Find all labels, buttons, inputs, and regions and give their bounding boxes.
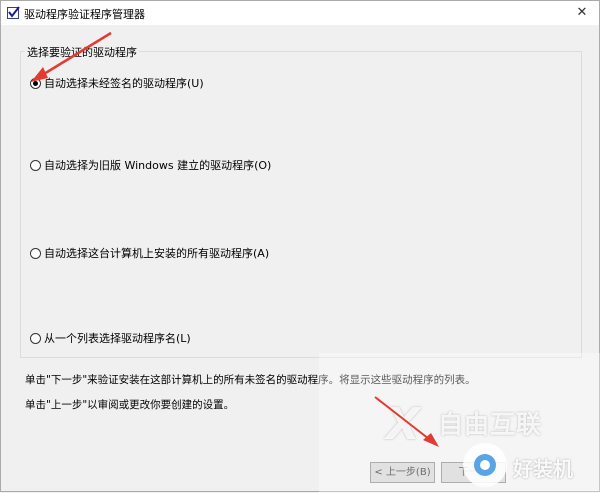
- checkmark-app-icon: [7, 6, 20, 19]
- watermark-brand: 自由互联: [438, 410, 543, 439]
- option-label: 从一个列表选择驱动程序名(L): [44, 332, 191, 345]
- watermark-x-logo: X: [386, 399, 420, 450]
- option-legacy-drivers[interactable]: 自动选择为旧版 Windows 建立的驱动程序(O): [30, 157, 271, 173]
- option-unsigned-drivers[interactable]: 自动选择未经签名的驱动程序(U): [30, 75, 204, 91]
- option-label: 自动选择未经签名的驱动程序(U): [44, 77, 204, 90]
- close-icon: ✕: [576, 5, 588, 20]
- back-button[interactable]: < 上一步(B): [370, 462, 435, 483]
- title-bar: 驱动程序验证程序管理器 ✕: [1, 1, 599, 25]
- radio-button[interactable]: [30, 247, 41, 259]
- option-all-drivers[interactable]: 自动选择这台计算机上安装的所有驱动程序(A): [30, 245, 269, 261]
- driver-selection-group: [20, 51, 582, 358]
- option-label: 自动选择为旧版 Windows 建立的驱动程序(O): [44, 159, 272, 172]
- info-text-back: 单击"上一步"以审阅或更改你要创建的设置。: [25, 399, 235, 411]
- window-title: 驱动程序验证程序管理器: [24, 8, 145, 21]
- watermark-brand-2: 好装机: [513, 457, 573, 481]
- radio-button[interactable]: [30, 332, 41, 344]
- driver-verifier-window: 驱动程序验证程序管理器 ✕ 选择要验证的驱动程序 自动选择未经签名的驱动程序(U…: [0, 0, 600, 493]
- option-label: 自动选择这台计算机上安装的所有驱动程序(A): [44, 247, 270, 260]
- watermark-circle-logo: [463, 443, 507, 487]
- radio-button[interactable]: [30, 77, 41, 89]
- option-select-from-list[interactable]: 从一个列表选择驱动程序名(L): [30, 330, 191, 346]
- close-button[interactable]: ✕: [569, 2, 595, 24]
- radio-button[interactable]: [30, 159, 41, 171]
- group-title: 选择要验证的驱动程序: [25, 44, 139, 60]
